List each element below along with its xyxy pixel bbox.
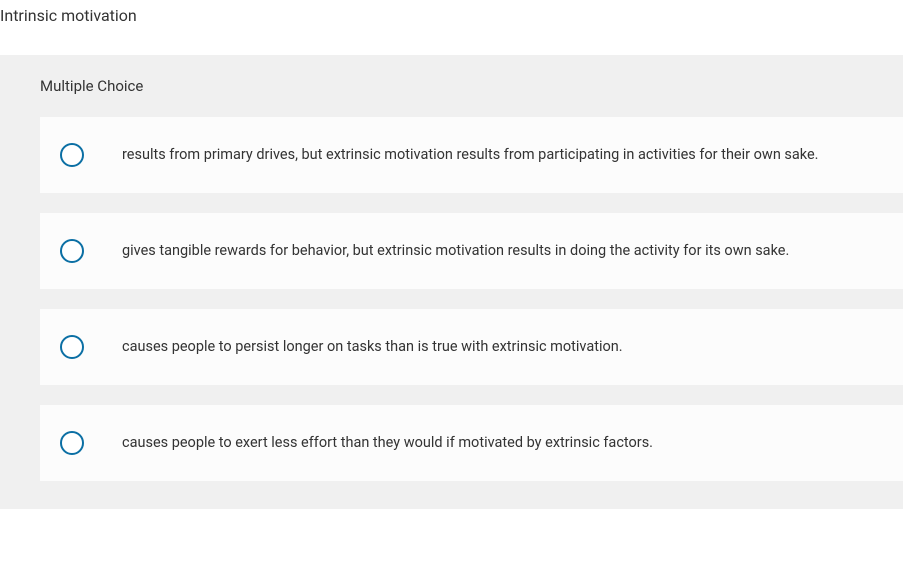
option-text: causes people to persist longer on tasks… (122, 337, 623, 357)
section-label: Multiple Choice (0, 55, 903, 117)
multiple-choice-container: Multiple Choice results from primary dri… (0, 55, 903, 509)
option-text: results from primary drives, but extrins… (122, 145, 819, 165)
options-list: results from primary drives, but extrins… (0, 117, 903, 481)
option-row[interactable]: gives tangible rewards for behavior, but… (40, 213, 903, 289)
radio-icon[interactable] (60, 239, 84, 263)
radio-icon[interactable] (60, 431, 84, 455)
question-title: Intrinsic motivation (0, 0, 903, 55)
option-row[interactable]: causes people to persist longer on tasks… (40, 309, 903, 385)
radio-icon[interactable] (60, 335, 84, 359)
option-text: causes people to exert less effort than … (122, 433, 653, 453)
radio-icon[interactable] (60, 143, 84, 167)
option-row[interactable]: results from primary drives, but extrins… (40, 117, 903, 193)
option-row[interactable]: causes people to exert less effort than … (40, 405, 903, 481)
option-text: gives tangible rewards for behavior, but… (122, 241, 789, 261)
